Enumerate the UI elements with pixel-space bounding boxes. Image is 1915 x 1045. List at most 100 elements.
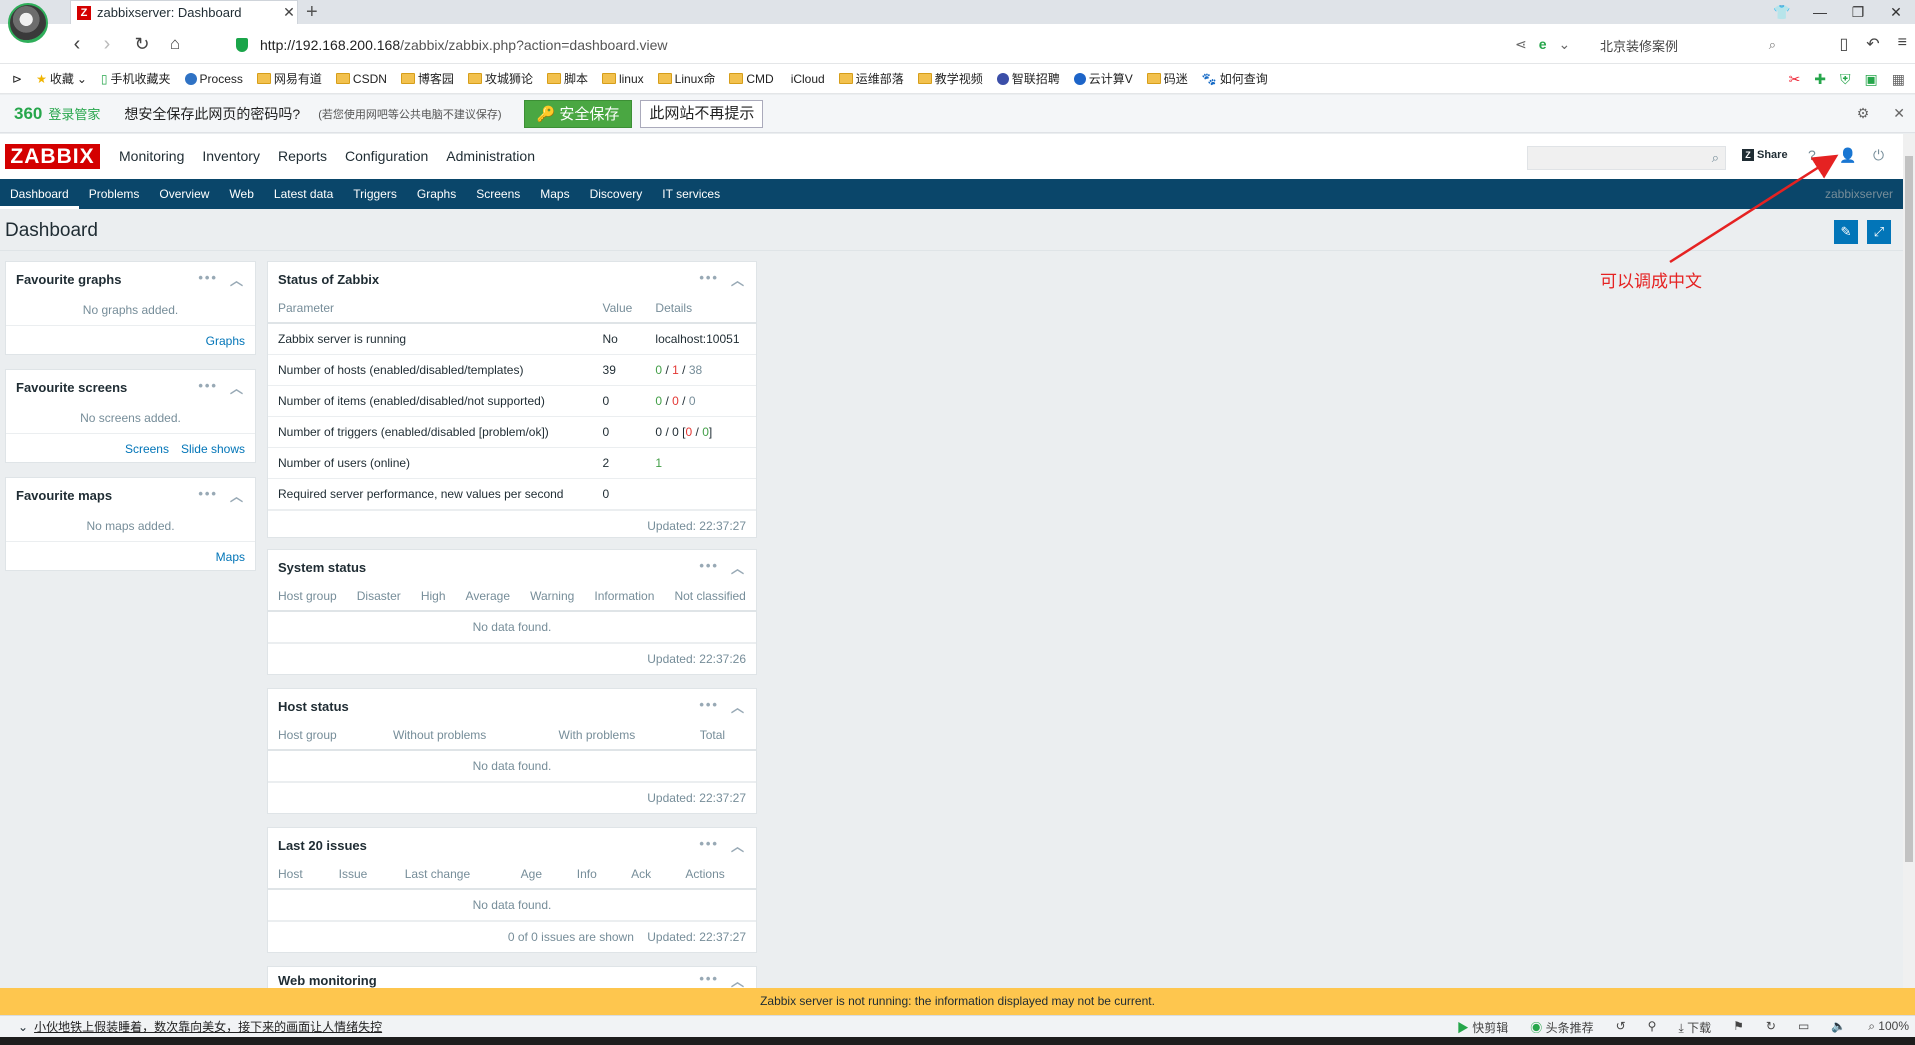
bookmark-item[interactable]: Linux命 [657,70,715,87]
bookmark-item[interactable]: 攻城狮论 [467,70,533,87]
more-icon[interactable]: ••• [699,270,719,289]
slide-shows-link[interactable]: Slide shows [181,442,245,456]
top-menu-inventory[interactable]: Inventory [193,134,269,179]
pin-icon[interactable]: ⚲ [1648,1019,1657,1036]
collapse-icon[interactable]: ︿ [230,270,245,289]
scissors-icon[interactable]: ✂ [1789,71,1801,88]
sub-menu-overview[interactable]: Overview [149,179,219,209]
bookmark-item[interactable]: ▯ 手机收藏夹 [101,70,171,87]
sub-menu-it-services[interactable]: IT services [652,179,730,209]
top-menu-reports[interactable]: Reports [269,134,336,179]
bookmark-item[interactable]: CMD [729,72,774,86]
sub-menu-web[interactable]: Web [219,179,263,209]
user-avatar[interactable] [8,3,48,43]
bookmark-item[interactable]: linux [601,72,644,86]
maps-link[interactable]: Maps [216,550,245,564]
close-icon[interactable]: ✕ [1893,105,1905,122]
sub-menu-triggers[interactable]: Triggers [343,179,407,209]
bookmark-item[interactable]: 云计算V [1073,70,1133,87]
more-icon[interactable]: ••• [198,486,218,505]
speedup-icon[interactable]: ↺ [1616,1019,1626,1036]
ie-mode-icon[interactable]: e [1539,36,1547,53]
bookmark-item[interactable]: 🐾 如何查询 [1202,70,1268,87]
chevron-down-icon[interactable]: ⌄ [18,1020,28,1034]
collapse-icon[interactable]: ︿ [731,836,746,855]
skin-icon[interactable]: 👕 [1763,0,1801,24]
back-icon[interactable]: ‹ [65,32,89,56]
more-icon[interactable]: ••• [699,971,719,988]
bookmark-item[interactable]: 网易有道 [256,70,322,87]
bookmark-item[interactable]: 博客园 [400,70,454,87]
collapse-icon[interactable]: ︿ [731,558,746,577]
bookmark-item[interactable]: ★ 收藏 ⌄ [36,70,87,87]
top-menu-configuration[interactable]: Configuration [336,134,437,179]
browser-search-input[interactable]: 北京装修案例 ⌕ [1592,32,1782,58]
quick-cut-button[interactable]: ▶ 快剪辑 [1457,1019,1508,1036]
mobile-icon[interactable]: ▯ [1839,34,1848,54]
forward-icon[interactable]: › [95,32,119,56]
search-icon[interactable]: ⌕ [1712,150,1719,166]
collapse-icon[interactable]: ︿ [731,697,746,716]
address-bar[interactable]: http://192.168.200.168/zabbix/zabbix.php… [260,37,667,53]
sub-menu-screens[interactable]: Screens [466,179,530,209]
more-icon[interactable]: ••• [699,697,719,716]
bookmark-item[interactable]: CSDN [335,72,387,86]
bookmark-item[interactable]: iCloud [788,72,825,86]
zabbix-logo[interactable]: ZABBIX [5,144,100,169]
game-icon[interactable]: ▣ [1865,71,1878,88]
collapse-icon[interactable]: ︿ [230,378,245,397]
window-icon[interactable]: ▭ [1798,1019,1809,1036]
bookmark-item[interactable]: 运维部落 [838,70,904,87]
share-button[interactable]: Z Share [1742,149,1788,161]
chevron-down-icon[interactable]: ⌄ [1559,36,1571,53]
download-button[interactable]: ⤓ 下载 [1678,1019,1711,1036]
sound-icon[interactable]: 🔈 [1831,1019,1846,1036]
scrollbar-thumb[interactable] [1905,156,1913,862]
sub-menu-problems[interactable]: Problems [79,179,150,209]
restore-icon[interactable]: ❐ [1839,0,1877,24]
refresh-icon[interactable]: ↻ [1766,1019,1776,1036]
tab-close-icon[interactable]: ✕ [281,4,297,21]
never-remind-button[interactable]: 此网站不再提示 [640,99,764,128]
search-icon[interactable]: ⌕ [1769,37,1776,53]
bookmark-item[interactable]: 脚本 [546,70,588,87]
fullscreen-button[interactable]: ⤢ [1867,220,1891,244]
collapse-icon[interactable]: ︿ [731,270,746,289]
zabbix-search-input[interactable]: ⌕ [1527,146,1726,170]
bookmark-item[interactable]: Process [184,72,243,86]
share-icon[interactable]: ⋖ [1515,36,1527,53]
translate-icon[interactable]: ✚ [1814,71,1826,88]
sidebar-toggle-icon[interactable]: ⊳ [12,72,22,86]
reload-icon[interactable]: ↻ [130,32,154,56]
collapse-icon[interactable]: ︿ [731,971,746,988]
close-window-icon[interactable]: ✕ [1877,0,1915,24]
sub-menu-discovery[interactable]: Discovery [580,179,653,209]
sub-menu-maps[interactable]: Maps [530,179,579,209]
minimize-icon[interactable]: — [1801,0,1839,24]
top-menu-monitoring[interactable]: Monitoring [110,134,193,179]
more-icon[interactable]: ••• [198,270,218,289]
new-tab-button[interactable]: + [306,1,318,23]
grid-icon[interactable]: ▦ [1892,71,1905,88]
logout-icon[interactable]: ⏻ [1873,147,1884,164]
edit-dashboard-button[interactable]: ✎ [1834,220,1858,244]
help-icon[interactable]: ? [1808,147,1816,163]
graphs-link[interactable]: Graphs [206,334,245,348]
top-menu-administration[interactable]: Administration [437,134,544,179]
flag-icon[interactable]: ⚑ [1733,1019,1744,1036]
more-icon[interactable]: ••• [699,558,719,577]
gear-icon[interactable]: ⚙ [1857,105,1870,122]
more-icon[interactable]: ••• [198,378,218,397]
zoom-button[interactable]: ⌕ 100% [1868,1019,1909,1036]
bookmark-item[interactable]: 码迷 [1146,70,1188,87]
sub-menu-latest-data[interactable]: Latest data [264,179,343,209]
screens-link[interactable]: Screens [125,442,169,456]
collapse-icon[interactable]: ︿ [230,486,245,505]
more-icon[interactable]: ••• [699,836,719,855]
sub-menu-graphs[interactable]: Graphs [407,179,466,209]
home-icon[interactable]: ⌂ [163,32,187,56]
news-ticker-link[interactable]: 小伙地铁上假装睡着，数次靠向美女，接下来的画面让人情绪失控 [34,1018,382,1035]
shield-icon[interactable]: ⛨ [1840,71,1851,88]
bookmark-item[interactable]: 教学视频 [917,70,983,87]
secure-save-button[interactable]: 🔑 安全保存 [523,99,633,128]
